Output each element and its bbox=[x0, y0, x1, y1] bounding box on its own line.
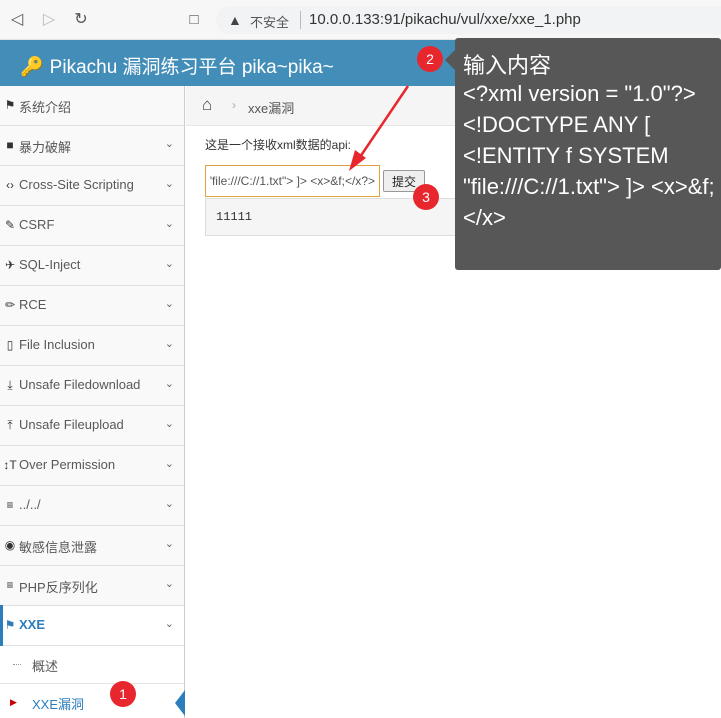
tooltip-pointer bbox=[445, 50, 455, 70]
step-badge-3: 3 bbox=[413, 184, 439, 210]
step-badge-1: 1 bbox=[110, 681, 136, 707]
tooltip-body: <?xml version = "1.0"?> <!DOCTYPE ANY [ … bbox=[463, 81, 715, 230]
step-badge-2: 2 bbox=[417, 46, 443, 72]
annotation-arrow-line bbox=[358, 85, 410, 158]
tooltip-title: 输入内容 bbox=[463, 53, 552, 78]
annotation-tooltip: 输入内容 <?xml version = "1.0"?> <!DOCTYPE A… bbox=[445, 38, 721, 270]
